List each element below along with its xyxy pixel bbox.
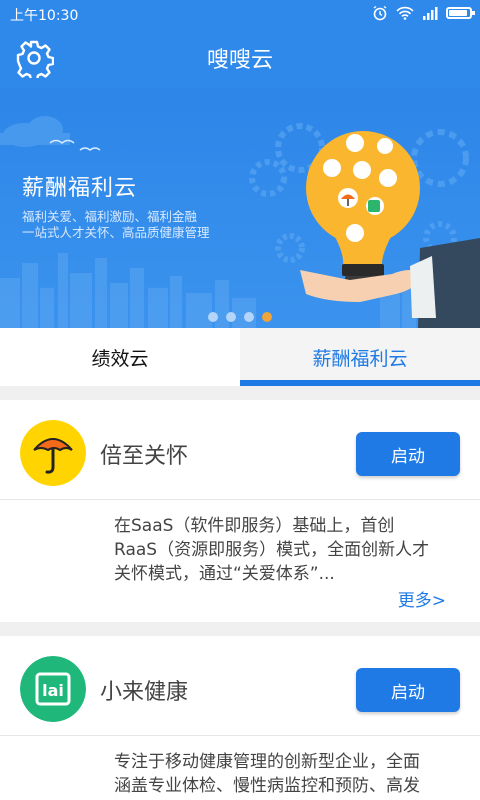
tab-performance-cloud[interactable]: 绩效云 (0, 328, 240, 386)
status-bar: 上午10:30 (0, 0, 480, 28)
app-card-beizhi: 倍至关怀 启动 在SaaS（软件即服务）基础上，首创 RaaS（资源即服务）模式… (0, 400, 480, 622)
card-app-name: 小来健康 (100, 680, 189, 705)
signal-icon (423, 7, 438, 20)
start-button[interactable]: 启动 (356, 668, 460, 712)
page-title: 嗖嗖云 (206, 48, 273, 73)
banner-title: 薪酬福利云 (22, 176, 138, 201)
alarm-icon (373, 5, 387, 21)
promo-banner[interactable]: 薪酬福利云 福利关爱、福利激励、福利金融 一站式人才关怀、高品质健康管理 (0, 88, 480, 328)
carousel-dot-active[interactable] (262, 312, 272, 322)
card-header: 倍至关怀 启动 (0, 400, 480, 500)
description-line: 专注于移动健康管理的创新型企业，全面 (114, 752, 420, 772)
tab-label: 薪酬福利云 (312, 347, 408, 370)
umbrella-logo-icon (20, 420, 86, 486)
carousel-dot[interactable] (208, 312, 218, 322)
carousel-dot[interactable] (244, 312, 254, 322)
more-link[interactable]: 更多> (398, 586, 446, 611)
description-line: 在SaaS（软件即服务）基础上，首创 (114, 516, 395, 536)
card-app-name: 倍至关怀 (100, 444, 189, 469)
description-line: RaaS（资源即服务）模式，全面创新人才 (114, 540, 430, 560)
card-description: 在SaaS（软件即服务）基础上，首创 RaaS（资源即服务）模式，全面创新人才 … (114, 514, 454, 586)
svg-text:lai: lai (42, 681, 64, 700)
start-button[interactable]: 启动 (356, 432, 460, 476)
banner-subtitle-line2: 一站式人才关怀、高品质健康管理 (22, 225, 210, 240)
tab-label: 绩效云 (91, 347, 149, 370)
carousel-dot[interactable] (226, 312, 236, 322)
description-line: 涵盖专业体检、慢性病监控和预防、高发 (114, 776, 420, 796)
wifi-icon (396, 6, 414, 20)
category-tabs: 绩效云 薪酬福利云 (0, 328, 480, 386)
description-line: 关怀模式，通过“关爱体系”... (114, 564, 335, 584)
card-description: 专注于移动健康管理的创新型企业，全面 涵盖专业体检、慢性病监控和预防、高发 (114, 750, 454, 798)
battery-icon (446, 7, 475, 19)
app-card-xiaolai: lai 小来健康 启动 专注于移动健康管理的创新型企业，全面 涵盖专业体检、慢性… (0, 636, 480, 800)
app-bar: 嗖嗖云 (0, 28, 480, 88)
status-icons (372, 5, 475, 21)
tab-salary-welfare-cloud[interactable]: 薪酬福利云 (240, 328, 480, 386)
lai-logo-icon: lai (20, 656, 86, 722)
status-time: 上午10:30 (10, 8, 79, 24)
card-header: lai 小来健康 启动 (0, 636, 480, 736)
carousel-indicator[interactable] (0, 312, 480, 322)
